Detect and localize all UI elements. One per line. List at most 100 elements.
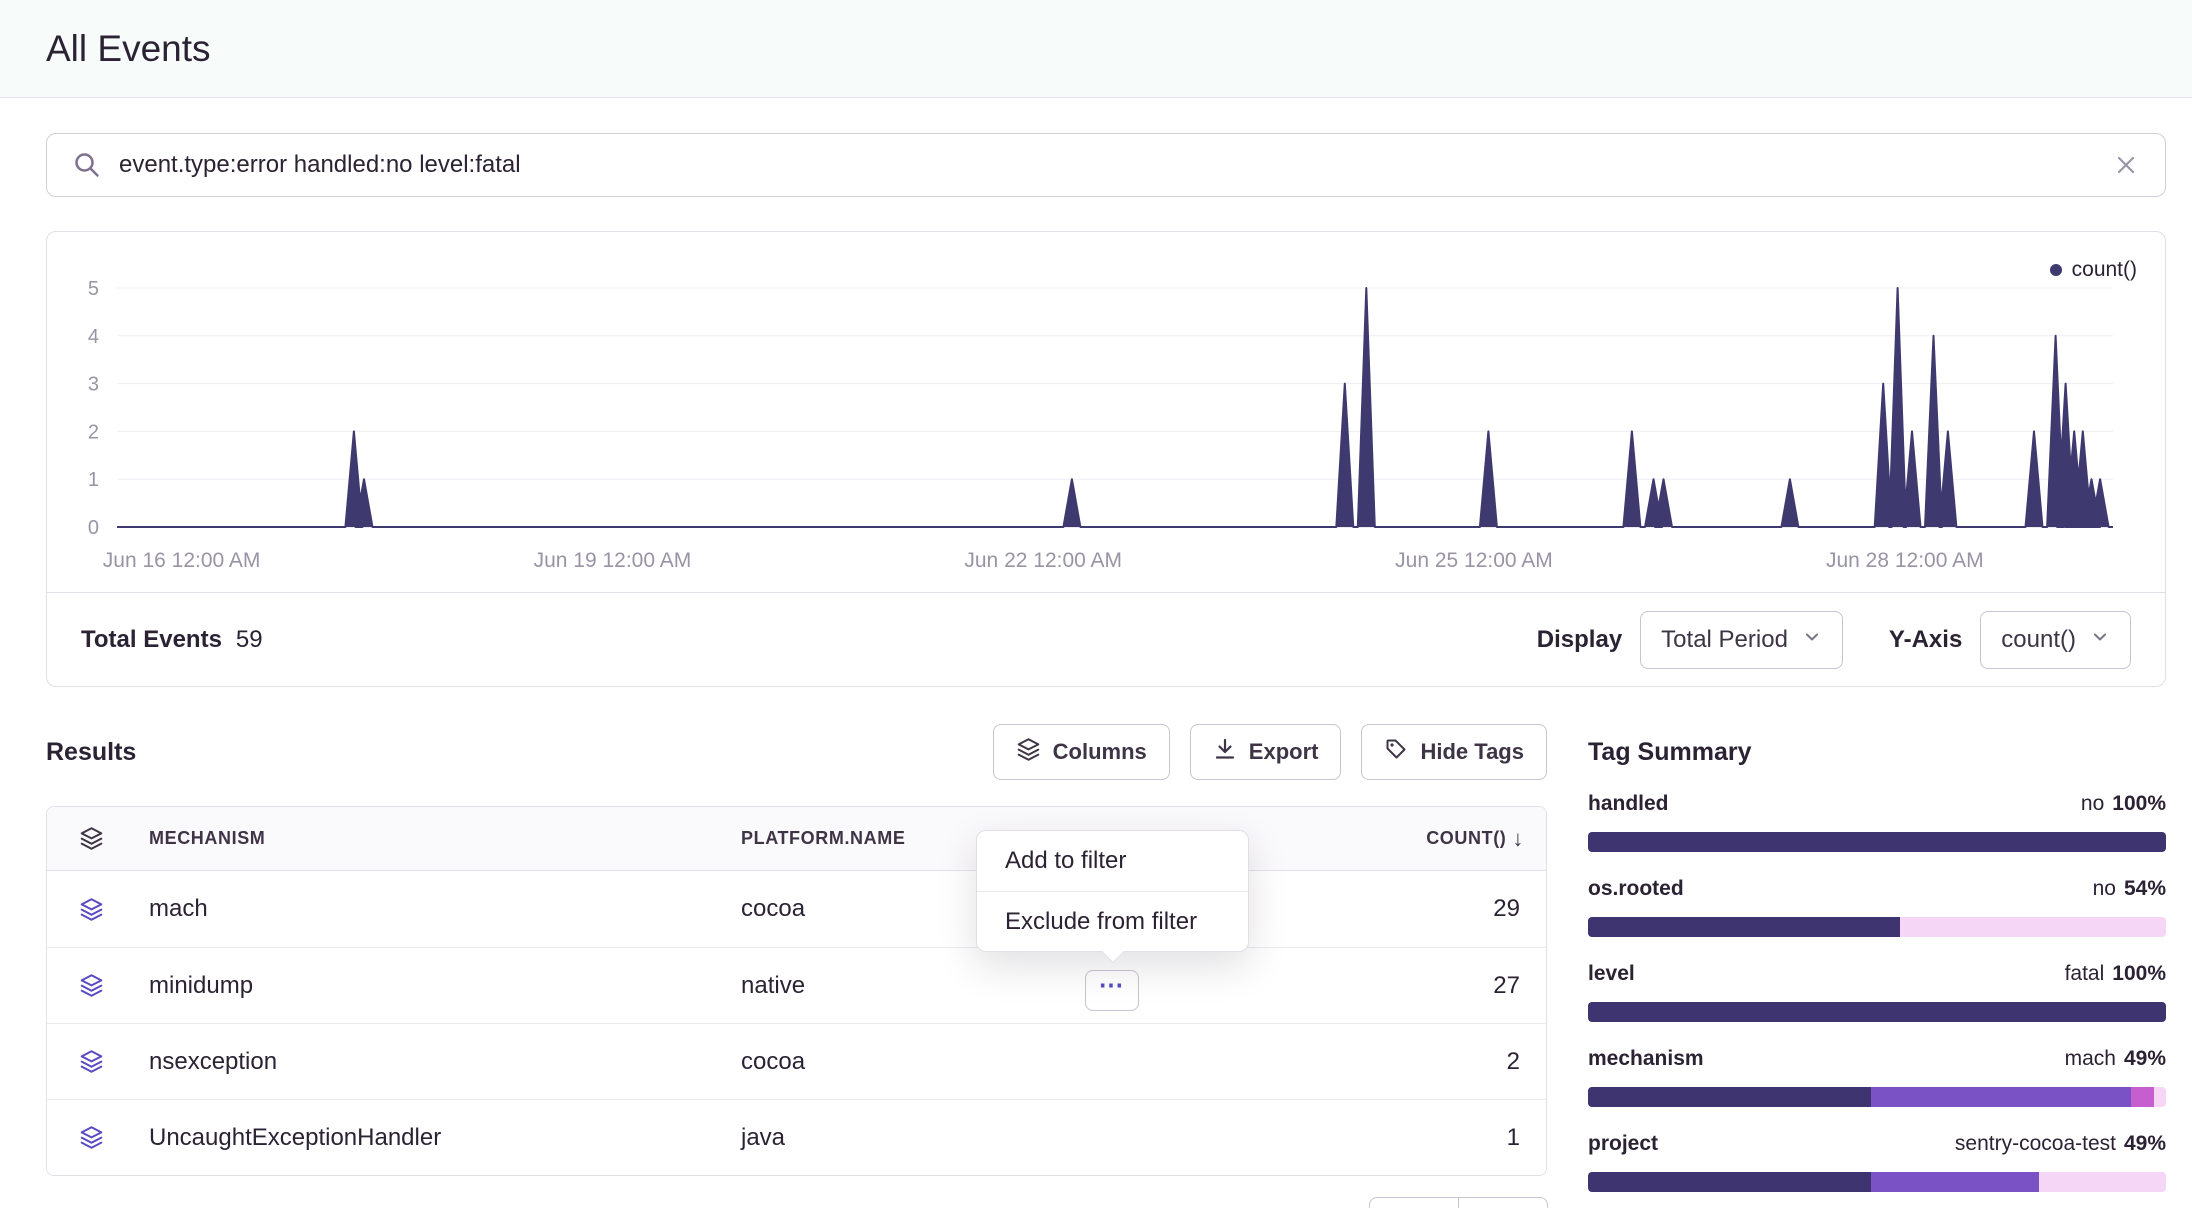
tag-label-row: handledno100% [1588, 792, 2166, 822]
tag-bar-segment [1900, 917, 2166, 937]
total-events-label: Total Events [81, 626, 222, 654]
mechanism-cell[interactable]: UncaughtExceptionHandler [135, 1124, 727, 1152]
tag-value-name: no [2081, 792, 2104, 815]
tag-value-percent: 100% [2112, 962, 2166, 985]
hide-tags-button[interactable]: Hide Tags [1361, 724, 1547, 780]
tag-value-percent: 54% [2124, 877, 2166, 900]
tag-bar-segment [2131, 1087, 2154, 1107]
next-page-button[interactable] [1458, 1197, 1548, 1208]
tag-label-row: os.rooted no 54% [1588, 877, 2166, 907]
count-series [117, 288, 2113, 527]
mechanism-cell[interactable]: minidump [135, 972, 727, 1000]
total-events: Total Events 59 [81, 626, 263, 654]
tag-label-row: mechanismmach49% [1588, 1047, 2166, 1077]
export-button[interactable]: Export [1190, 724, 1342, 780]
tag-name: project [1588, 1132, 1658, 1156]
legend-label: count() [2072, 258, 2137, 282]
content-area: Results Columns Export Hide Tags MECHANISM… [46, 724, 2166, 1208]
search-input[interactable]: event.type:error handled:no level:fatal [119, 151, 2095, 179]
tag-item-os-rooted: os.rooted no 54% [1588, 877, 2166, 937]
tag-bar-segment [1871, 1172, 2039, 1192]
tag-summary-header: Tag Summary [1588, 724, 2166, 780]
table-row[interactable]: minidumpnative27 [47, 947, 1546, 1023]
tag-distribution-bar[interactable] [1588, 832, 2166, 852]
chevron-down-icon [1802, 626, 1822, 654]
tag-bar-segment [2154, 1087, 2166, 1107]
platform-cell[interactable]: java [727, 1124, 1346, 1152]
tag-list: handledno100%os.rootedno54%levelfatal100… [1588, 792, 2166, 1192]
results-title: Results [46, 738, 136, 767]
chart-legend[interactable]: count() [2050, 258, 2137, 282]
tag-distribution-bar[interactable] [1588, 917, 2166, 937]
layers-icon [47, 973, 135, 998]
tag-bar-segment [1588, 1002, 2166, 1022]
tag-distribution-bar[interactable] [1588, 1087, 2166, 1107]
count-cell[interactable]: 27 [1346, 972, 1546, 1000]
tag-bar-segment [1588, 917, 1900, 937]
search-section: event.type:error handled:no level:fatal [46, 133, 2166, 197]
columns-button[interactable]: Columns [993, 724, 1170, 780]
page-title: All Events [46, 28, 211, 70]
display-period-select[interactable]: Total Period [1640, 611, 1843, 669]
column-header-mechanism[interactable]: MECHANISM [135, 828, 727, 849]
table-row[interactable]: nsexceptioncocoa2 [47, 1023, 1546, 1099]
tag-value-name: mach [2065, 1047, 2116, 1070]
table-row[interactable]: UncaughtExceptionHandlerjava1 [47, 1099, 1546, 1175]
yaxis-label: Y-Axis [1889, 626, 1962, 654]
y-axis-tick-label: 5 [88, 278, 99, 300]
x-axis-tick-label: Jun 22 12:00 AM [964, 549, 1122, 572]
previous-page-button[interactable] [1369, 1197, 1459, 1208]
mechanism-cell[interactable]: nsexception [135, 1048, 727, 1076]
clear-search-icon[interactable] [2113, 152, 2139, 178]
table-row[interactable]: machcocoa29 [47, 871, 1546, 947]
count-cell[interactable]: 29 [1346, 895, 1546, 923]
tag-top-value: no 54% [2093, 877, 2166, 901]
count-cell[interactable]: 1 [1346, 1124, 1546, 1152]
tag-name: mechanism [1588, 1047, 1704, 1071]
x-axis-tick-label: Jun 28 12:00 AM [1826, 549, 1984, 572]
cell-actions-button[interactable]: ⋯ [1085, 970, 1139, 1011]
tag-bar-segment [1588, 832, 2166, 852]
search-bar[interactable]: event.type:error handled:no level:fatal [46, 133, 2166, 197]
pagination [1369, 1197, 1548, 1208]
mechanism-cell[interactable]: mach [135, 895, 727, 923]
events-chart-svg: 012345Jun 16 12:00 AMJun 19 12:00 AMJun … [47, 232, 2161, 592]
tag-value-percent: 49% [2124, 1132, 2166, 1155]
yaxis-select[interactable]: count() [1980, 611, 2131, 669]
layers-icon [47, 897, 135, 922]
platform-cell[interactable]: native [727, 972, 1346, 1000]
platform-cell[interactable]: cocoa [727, 1048, 1346, 1076]
download-icon [1213, 737, 1237, 767]
tag-top-value: no 100% [2081, 792, 2166, 816]
tag-distribution-bar[interactable] [1588, 1002, 2166, 1022]
tag-value-name: no [2093, 877, 2116, 900]
tag-bar-segment [1588, 1087, 1871, 1107]
count-cell[interactable]: 2 [1346, 1048, 1546, 1076]
tag-item-handled: handledno100% [1588, 792, 2166, 852]
tag-item-project: projectsentry-cocoa-test49% [1588, 1132, 2166, 1192]
menu-item-add-to-filter[interactable]: Add to filter [977, 831, 1248, 891]
column-header-count[interactable]: COUNT() ↓ [1346, 826, 1546, 852]
x-axis-tick-label: Jun 16 12:00 AM [103, 549, 261, 572]
tag-bar-segment [1588, 1172, 1871, 1192]
tag-value-percent: 100% [2112, 792, 2166, 815]
yaxis-value: count() [2001, 626, 2076, 654]
tag-item-mechanism: mechanismmach49% [1588, 1047, 2166, 1107]
results-table: MECHANISMPLATFORM.NAMECOUNT()↓machcocoa2… [46, 806, 1547, 1176]
y-axis-tick-label: 0 [88, 517, 99, 539]
x-axis-tick-label: Jun 19 12:00 AM [534, 549, 692, 572]
sort-descending-icon: ↓ [1512, 826, 1524, 852]
count-header-label: COUNT() [1426, 828, 1506, 849]
tag-item-level: levelfatal100% [1588, 962, 2166, 1022]
tag-bar-segment [2039, 1172, 2166, 1192]
chevron-down-icon [2090, 626, 2110, 654]
tag-name: os.rooted [1588, 877, 1684, 901]
tag-label-row: levelfatal100% [1588, 962, 2166, 992]
y-axis-tick-label: 2 [88, 421, 99, 443]
tag-value-name: fatal [2065, 962, 2105, 985]
chart-footer: Total Events 59 Display Total Period Y-A… [47, 592, 2165, 686]
tag-distribution-bar[interactable] [1588, 1172, 2166, 1192]
events-chart-panel: 012345Jun 16 12:00 AMJun 19 12:00 AMJun … [46, 231, 2166, 687]
tag-summary: Tag Summary handledno100%os.rootedno54%l… [1588, 724, 2166, 1208]
results-section: Results Columns Export Hide Tags MECHANISM… [46, 724, 1547, 1208]
